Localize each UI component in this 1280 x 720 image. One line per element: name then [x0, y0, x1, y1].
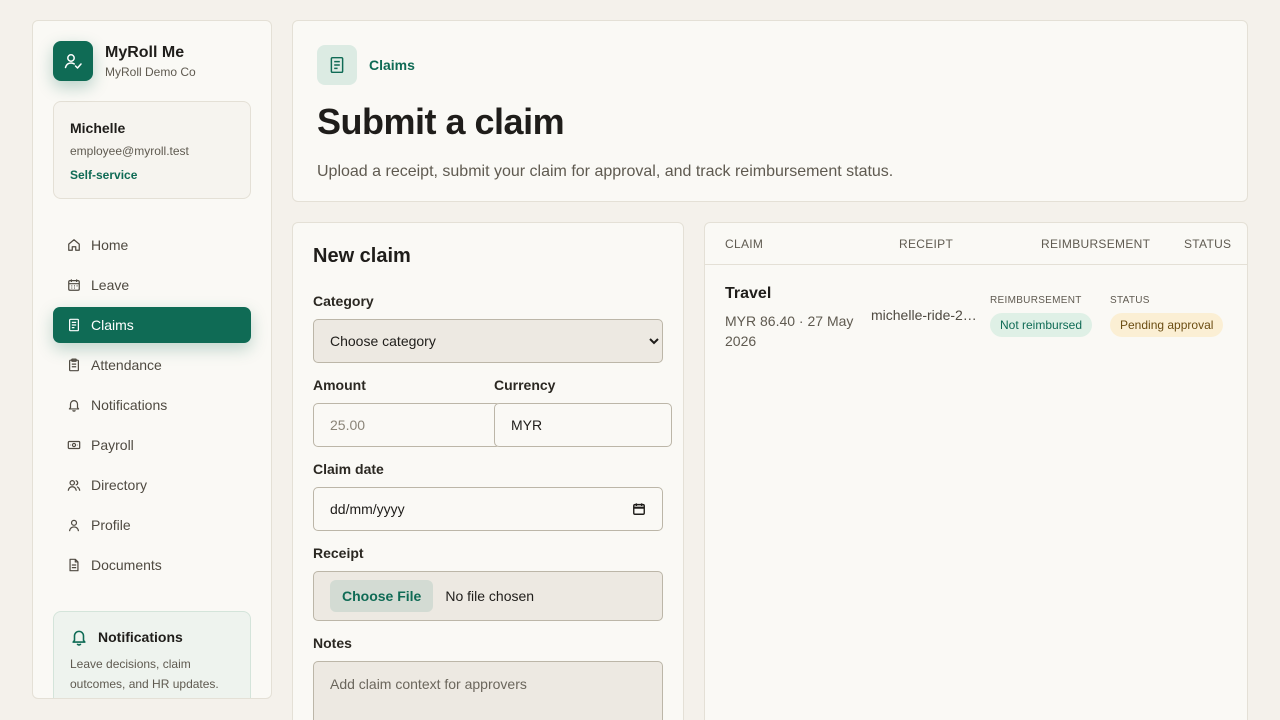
home-icon — [68, 239, 80, 251]
user-icon — [69, 519, 79, 532]
currency-label: Currency — [494, 377, 556, 393]
sidebar-item-documents[interactable]: Documents — [53, 547, 251, 583]
breadcrumb-label[interactable]: Claims — [369, 57, 415, 73]
notifications-card-heading: Notifications — [70, 628, 234, 646]
receipt-filename[interactable]: michelle-ride-2… — [871, 307, 979, 323]
status-badge: Pending approval — [1110, 313, 1224, 337]
sidebar-item-profile[interactable]: Profile — [53, 507, 251, 543]
sidebar-item-label: Profile — [91, 517, 131, 533]
sidebar-item-label: Claims — [91, 317, 134, 333]
cash-icon — [67, 440, 81, 450]
sidebar-item-label: Home — [91, 237, 129, 253]
claim-title: Travel — [725, 285, 772, 302]
user-email: employee@myroll.test — [70, 144, 189, 158]
sidebar-item-label: Notifications — [91, 397, 168, 413]
sidebar-item-label: Leave — [91, 277, 130, 293]
clipboard-icon — [69, 358, 79, 372]
sidebar-item-label: Directory — [91, 477, 148, 493]
choose-file-button[interactable]: Choose File — [330, 580, 434, 612]
users-icon — [67, 480, 81, 491]
sidebar-item-claims[interactable]: Claims — [53, 307, 251, 343]
receipt-label: Receipt — [313, 545, 364, 561]
column-header-status: STATUS — [1184, 237, 1232, 251]
bell-icon — [68, 400, 80, 412]
sidebar-item-label: Attendance — [91, 357, 162, 373]
category-select[interactable]: Choose category — [313, 319, 663, 363]
sidebar-item-leave[interactable]: Leave — [53, 267, 251, 303]
page-subtitle: Upload a receipt, submit your claim for … — [317, 163, 894, 180]
user-check-icon — [53, 41, 93, 81]
receipt-icon — [317, 45, 357, 85]
file-status: No file chosen — [445, 588, 535, 604]
notes-label: Notes — [313, 635, 352, 651]
sidebar-item-attendance[interactable]: Attendance — [53, 347, 251, 383]
claims-table: CLAIM RECEIPT REIMBURSEMENT STATUS Trave… — [704, 222, 1248, 720]
sidebar-item-label: Payroll — [91, 437, 134, 453]
table-header: CLAIM RECEIPT REIMBURSEMENT STATUS — [705, 223, 1247, 265]
document-icon — [69, 558, 79, 572]
table-row[interactable]: Travel MYR 86.40 · 27 May 2026 michelle-… — [705, 265, 1247, 365]
claim-date-input[interactable]: dd/mm/yyyy — [313, 487, 663, 531]
amount-input[interactable] — [313, 403, 501, 447]
sidebar-item-label: Documents — [91, 557, 162, 573]
new-claim-form: New claim Category Choose category Amoun… — [292, 222, 684, 720]
notifications-card-title: Notifications — [98, 629, 183, 645]
reimbursement-badge: Not reimbursed — [990, 313, 1093, 337]
brand-org: MyRoll Demo Co — [105, 64, 196, 79]
sidebar-nav: Home Leave Claims Attendance Notificatio… — [53, 227, 251, 583]
column-header-receipt: RECEIPT — [899, 237, 954, 251]
sidebar-item-directory[interactable]: Directory — [53, 467, 251, 503]
category-label: Category — [313, 293, 374, 309]
column-header-claim: CLAIM — [725, 237, 764, 251]
page-header: Claims Submit a claim Upload a receipt, … — [292, 20, 1248, 202]
reimbursement-label: REIMBURSEMENT — [990, 295, 1082, 306]
notifications-card: Notifications Leave decisions, claim out… — [53, 611, 251, 698]
page-title: Submit a claim — [317, 101, 565, 142]
sidebar-item-notifications[interactable]: Notifications — [53, 387, 251, 423]
bell-icon — [72, 630, 86, 646]
claim-meta: MYR 86.40 · 27 May 2026 — [725, 313, 854, 349]
user-card: Michelle employee@myroll.test Self-servi… — [53, 101, 251, 199]
sidebar-item-home[interactable]: Home — [53, 227, 251, 263]
form-title: New claim — [313, 245, 411, 267]
claim-date-placeholder: dd/mm/yyyy — [330, 501, 405, 517]
breadcrumb: Claims — [317, 45, 1223, 85]
calendar-icon — [68, 279, 80, 291]
amount-label: Amount — [313, 377, 366, 393]
user-name: Michelle — [70, 120, 126, 136]
column-header-reimbursement: REIMBURSEMENT — [1041, 237, 1151, 251]
brand-name: MyRoll Me — [105, 43, 185, 61]
receipt-file-input[interactable]: Choose File No file chosen — [313, 571, 663, 621]
brand: MyRoll Me MyRoll Demo Co — [53, 41, 251, 81]
notes-textarea[interactable] — [313, 661, 663, 720]
sidebar-item-payroll[interactable]: Payroll — [53, 427, 251, 463]
user-role: Self-service — [70, 168, 138, 182]
status-label: STATUS — [1110, 295, 1150, 306]
calendar-icon[interactable] — [632, 502, 646, 516]
claim-date-label: Claim date — [313, 461, 384, 477]
sidebar: MyRoll Me MyRoll Demo Co Michelle employ… — [32, 20, 272, 699]
notifications-card-text: Leave decisions, claim outcomes, and HR … — [70, 657, 219, 691]
currency-input[interactable] — [494, 403, 672, 447]
receipt-icon — [69, 318, 79, 332]
